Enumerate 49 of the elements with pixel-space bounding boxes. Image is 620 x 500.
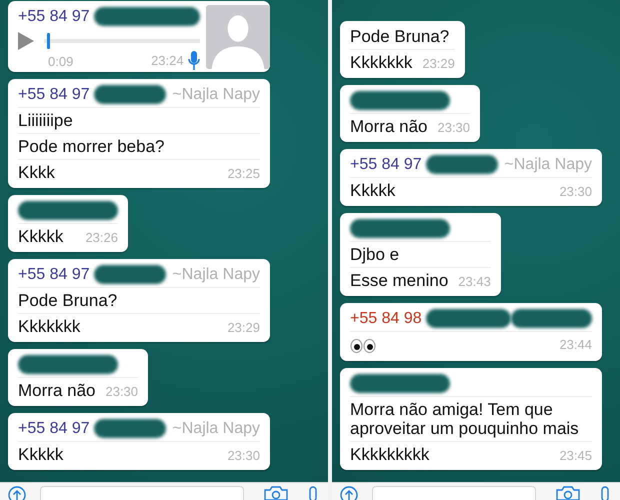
upload-icon[interactable] [340, 486, 358, 500]
sender-name: ~Najla Napy [503, 156, 592, 174]
message-text: Pode morrer beba? [18, 137, 164, 156]
message-time: 23:30 [227, 448, 260, 464]
message-time: 23:45 [559, 448, 592, 464]
microphone-icon [188, 51, 200, 71]
sender-name: ~Najla Napy [171, 266, 260, 284]
message-text: Pode Bruna? [18, 291, 118, 310]
message-input[interactable] [372, 486, 536, 500]
message-time: 23:44 [559, 337, 592, 353]
message-text: Kkkk [18, 163, 55, 182]
upload-icon[interactable] [8, 486, 26, 500]
sender-phone: +55 84 97 [350, 156, 422, 174]
message-time: 23:43 [458, 274, 491, 290]
message-time: 23:26 [85, 230, 118, 246]
message-time: 23:24 [151, 53, 184, 69]
camera-icon[interactable] [264, 486, 288, 500]
sender-name: ~Najla Napy [171, 86, 260, 104]
message-input[interactable] [40, 486, 244, 500]
message-text: Pode Bruna? [350, 27, 450, 46]
message-text: Kkkkkkkkk [350, 445, 430, 464]
sender-phone: +55 84 97 [18, 86, 90, 104]
play-icon[interactable] [18, 32, 34, 50]
message-time: 23:29 [422, 56, 455, 72]
sender-name: ~Najla Napy [171, 420, 260, 438]
message-time: 23:25 [227, 166, 260, 182]
message-time: 23:30 [559, 184, 592, 200]
message-text: Esse menino [350, 271, 448, 290]
sender-phone: +55 84 97 [18, 8, 90, 26]
message-text: Kkkkk [18, 445, 64, 464]
message-text: Kkkkkkk [350, 53, 412, 72]
message-text: Kkkkk [350, 181, 396, 200]
camera-icon[interactable] [556, 486, 580, 500]
sender-phone: +55 84 97 [18, 420, 90, 438]
message-text: Morra não [350, 117, 428, 136]
sender-phone: +55 84 97 [18, 266, 90, 284]
message-text: Morra não amiga! Tem que aproveitar um pouquinho mais [350, 400, 579, 438]
message-text: Kkkkk [18, 227, 64, 246]
message-time: 23:29 [227, 320, 260, 336]
eyes-icon [350, 339, 376, 353]
audio-progress-thumb[interactable] [47, 33, 50, 49]
message-time: 23:30 [437, 120, 470, 136]
message-text: Djbo e [350, 245, 400, 264]
message-text: Liiiiiiipe [18, 111, 73, 130]
message-text: Morra não [18, 381, 96, 400]
message-text: Kkkkkkk [18, 317, 80, 336]
message-time: 23:30 [105, 384, 138, 400]
audio-duration: 0:09 [48, 54, 74, 68]
sender-phone: +55 84 98 [350, 310, 422, 328]
